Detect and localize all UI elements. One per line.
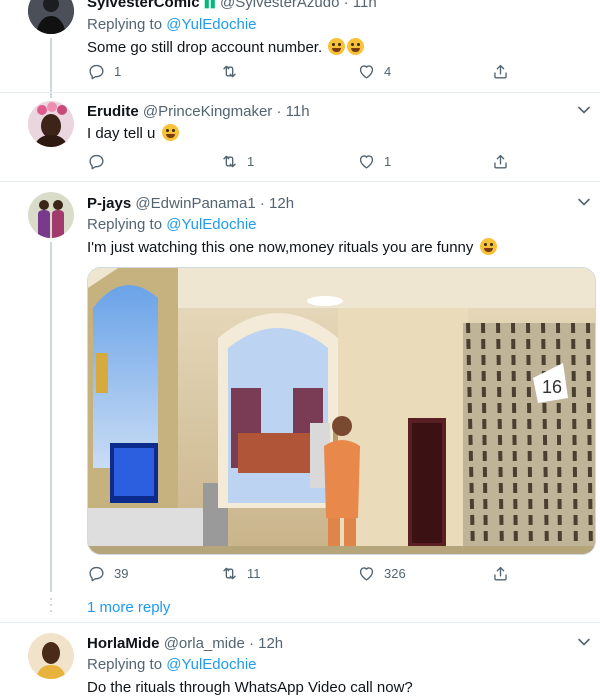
share-icon <box>491 564 510 583</box>
display-name[interactable]: HorlaMide <box>87 635 160 652</box>
flag-icon: ▮▮ <box>203 0 216 10</box>
timestamp[interactable]: · 11h <box>276 103 309 120</box>
reply-count: 39 <box>114 565 129 581</box>
replying-to: Replying to @YulEdochie <box>87 216 257 233</box>
like-count: 326 <box>384 565 406 581</box>
timestamp[interactable]: · 12h <box>249 635 283 652</box>
retweet-icon <box>220 62 239 81</box>
like-button[interactable]: 326 <box>357 563 406 583</box>
share-button[interactable] <box>491 563 510 583</box>
mention-link[interactable]: @YulEdochie <box>166 16 256 33</box>
like-button[interactable]: 4 <box>357 61 391 81</box>
caret-down-icon[interactable] <box>576 634 592 650</box>
grinning-emoji-icon <box>347 38 365 55</box>
grinning-emoji-icon <box>479 238 497 255</box>
tweet-text: I'm just watching this one now,money rit… <box>87 238 580 258</box>
like-icon <box>357 62 376 81</box>
retweet-button[interactable]: 11 <box>220 563 261 583</box>
like-icon <box>357 564 376 583</box>
reply-icon <box>87 152 106 171</box>
handle[interactable]: @orla_mide <box>164 635 245 652</box>
mention-link[interactable]: @YulEdochie <box>166 216 256 233</box>
share-icon <box>491 62 510 81</box>
avatar[interactable] <box>28 633 74 679</box>
like-count: 1 <box>384 153 392 169</box>
reply-button[interactable]: 39 <box>87 563 128 583</box>
retweet-count: 1 <box>247 153 255 169</box>
thread-line <box>50 38 52 98</box>
display-name[interactable]: Erudite <box>87 103 139 120</box>
reply-button[interactable] <box>87 151 106 171</box>
tweet-text: Do the rituals through WhatsApp Video ca… <box>87 679 413 696</box>
reply-icon <box>87 564 106 583</box>
like-count: 4 <box>384 63 392 79</box>
thread-dots <box>50 598 52 616</box>
retweet-button[interactable] <box>220 61 239 81</box>
display-name[interactable]: P-jays <box>87 195 131 212</box>
like-icon <box>357 152 376 171</box>
retweet-count: 11 <box>247 565 261 581</box>
tweet-text: I day tell u <box>87 124 580 144</box>
more-replies-link[interactable]: 1 more reply <box>87 599 170 616</box>
timestamp[interactable]: · 11h <box>344 0 377 11</box>
tweet-header: P-jays @EdwinPanama1 · 12h <box>87 194 580 214</box>
laughing-tears-emoji-icon <box>161 124 179 141</box>
media-label: 16 <box>542 377 562 397</box>
thread-line <box>50 242 52 592</box>
share-button[interactable] <box>491 151 510 171</box>
tweet[interactable]: SylvesterComic ▮▮ @SylvesterAzudo · 11h … <box>0 0 600 98</box>
retweet-icon <box>220 564 239 583</box>
retweet-icon <box>220 152 239 171</box>
caret-down-icon[interactable] <box>576 102 592 118</box>
mention-link[interactable]: @YulEdochie <box>166 656 256 673</box>
display-name[interactable]: SylvesterComic <box>87 0 200 11</box>
replying-to: Replying to @YulEdochie <box>87 656 257 673</box>
living-room-photo: 16 <box>88 268 595 554</box>
avatar[interactable] <box>28 0 74 34</box>
tweet-media-image[interactable]: 16 <box>87 267 596 555</box>
handle[interactable]: @PrinceKingmaker <box>143 103 272 120</box>
tweet[interactable]: HorlaMide @orla_mide · 12h Replying to @… <box>0 623 600 700</box>
share-icon <box>491 152 510 171</box>
retweet-button[interactable]: 1 <box>220 151 254 171</box>
replying-to: Replying to @YulEdochie <box>87 16 257 33</box>
tweet-header: Erudite @PrinceKingmaker · 11h <box>87 102 580 122</box>
avatar[interactable] <box>28 192 74 238</box>
tweet-header: HorlaMide @orla_mide · 12h <box>87 634 580 654</box>
reply-button[interactable]: 1 <box>87 61 121 81</box>
share-button[interactable] <box>491 61 510 81</box>
tweet-header: SylvesterComic ▮▮ @SylvesterAzudo · 11h <box>87 0 580 14</box>
avatar[interactable] <box>28 101 74 147</box>
tweet[interactable]: Erudite @PrinceKingmaker · 11h I day tel… <box>0 93 600 182</box>
caret-down-icon[interactable] <box>576 194 592 210</box>
like-button[interactable]: 1 <box>357 151 391 171</box>
reply-count: 1 <box>114 63 122 79</box>
laughing-tears-emoji-icon <box>328 38 346 55</box>
tweet-text: Some go still drop account number. <box>87 38 580 58</box>
timestamp[interactable]: · 12h <box>260 195 294 212</box>
reply-icon <box>87 62 106 81</box>
handle[interactable]: @SylvesterAzudo <box>220 0 339 11</box>
handle[interactable]: @EdwinPanama1 <box>135 195 255 212</box>
